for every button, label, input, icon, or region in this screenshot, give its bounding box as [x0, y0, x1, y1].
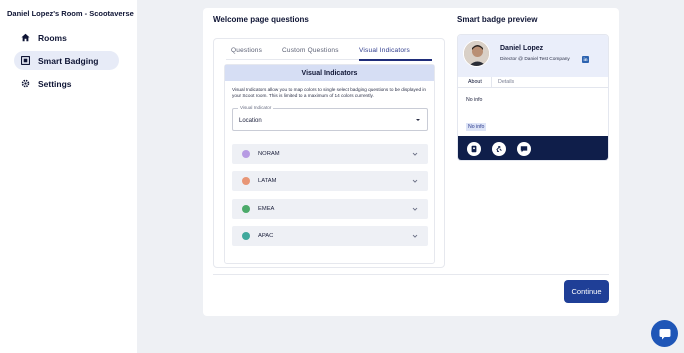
visual-indicators-header: Visual Indicators	[225, 65, 434, 81]
chevron-down-icon[interactable]	[411, 205, 419, 213]
tab-visual-indicators[interactable]: Visual Indicators	[359, 47, 410, 54]
chat-icon	[520, 146, 528, 153]
region-label: LATAM	[258, 178, 277, 184]
badge-action-chat[interactable]	[517, 142, 531, 156]
region-label: EMEA	[258, 206, 275, 212]
badge-action-contact[interactable]	[467, 142, 481, 156]
sidebar-item-label: Smart Badging	[38, 55, 99, 66]
active-tab-indicator	[359, 59, 432, 61]
chevron-down-icon[interactable]	[411, 232, 419, 240]
contact-card-icon	[471, 145, 477, 153]
link-icon	[496, 146, 502, 152]
badge-action-link[interactable]	[492, 142, 506, 156]
room-title: Daniel Lopez's Room - Scootaverse	[7, 9, 134, 18]
tab-bar: Questions Custom Questions Visual Indica…	[226, 44, 432, 61]
highlight-tag: No info	[466, 123, 487, 131]
badge-tab-divider	[458, 87, 608, 88]
sidebar: Daniel Lopez's Room - Scootaverse Rooms …	[0, 0, 137, 353]
badge-icon	[21, 56, 30, 65]
gear-icon	[21, 79, 30, 88]
footer-divider	[213, 274, 609, 275]
color-dot-icon	[242, 205, 250, 213]
linkedin-icon[interactable]: in	[582, 56, 589, 63]
sidebar-item-label: Rooms	[38, 32, 67, 43]
region-row-latam[interactable]: LATAM	[232, 171, 428, 191]
select-label: Visual Indicator	[238, 105, 274, 110]
questions-panel: Questions Custom Questions Visual Indica…	[213, 38, 445, 268]
sidebar-item-rooms[interactable]: Rooms	[14, 28, 119, 47]
sidebar-item-label: Settings	[38, 78, 72, 89]
chat-bubble-icon	[659, 328, 670, 339]
region-row-emea[interactable]: EMEA	[232, 199, 428, 219]
region-label: NORAM	[258, 151, 280, 157]
badge-tab-about[interactable]: About	[468, 79, 482, 85]
main-card: Welcome page questions Questions Custom …	[203, 8, 619, 316]
home-icon	[21, 33, 30, 42]
region-row-apac[interactable]: APAC	[232, 226, 428, 246]
preview-title: Smart badge preview	[457, 15, 538, 24]
region-label: APAC	[258, 233, 274, 239]
tab-custom-questions[interactable]: Custom Questions	[282, 47, 339, 54]
smart-badge-preview: Daniel Lopez Director @ Daniel Test Comp…	[457, 34, 609, 161]
about-text: No info	[466, 97, 483, 103]
chevron-down-icon[interactable]	[411, 150, 419, 158]
badge-footer	[458, 136, 608, 160]
badge-name: Daniel Lopez	[500, 45, 544, 52]
continue-button[interactable]: Continue	[564, 280, 609, 303]
visual-indicators-section: Visual Indicators Visual Indicators allo…	[224, 64, 435, 264]
badge-tab-details[interactable]: Details	[498, 79, 514, 85]
color-dot-icon	[242, 177, 250, 185]
color-dot-icon	[242, 232, 250, 240]
visual-indicator-select[interactable]: Visual Indicator Location	[232, 105, 428, 131]
avatar	[463, 40, 490, 67]
select-value: Location	[239, 118, 262, 124]
color-dot-icon	[242, 150, 250, 158]
sidebar-item-smart-badging[interactable]: Smart Badging	[14, 51, 119, 70]
tab-questions[interactable]: Questions	[231, 47, 262, 54]
caret-down-icon	[416, 119, 420, 121]
support-chat-button[interactable]	[651, 320, 678, 347]
badge-role: Director @ Daniel Test Company	[500, 57, 570, 62]
region-row-noram[interactable]: NORAM	[232, 144, 428, 164]
visual-indicators-description: Visual Indicators allow you to map color…	[232, 87, 427, 98]
chevron-down-icon[interactable]	[411, 177, 419, 185]
sidebar-item-settings[interactable]: Settings	[14, 74, 119, 93]
section-title: Welcome page questions	[213, 15, 309, 24]
